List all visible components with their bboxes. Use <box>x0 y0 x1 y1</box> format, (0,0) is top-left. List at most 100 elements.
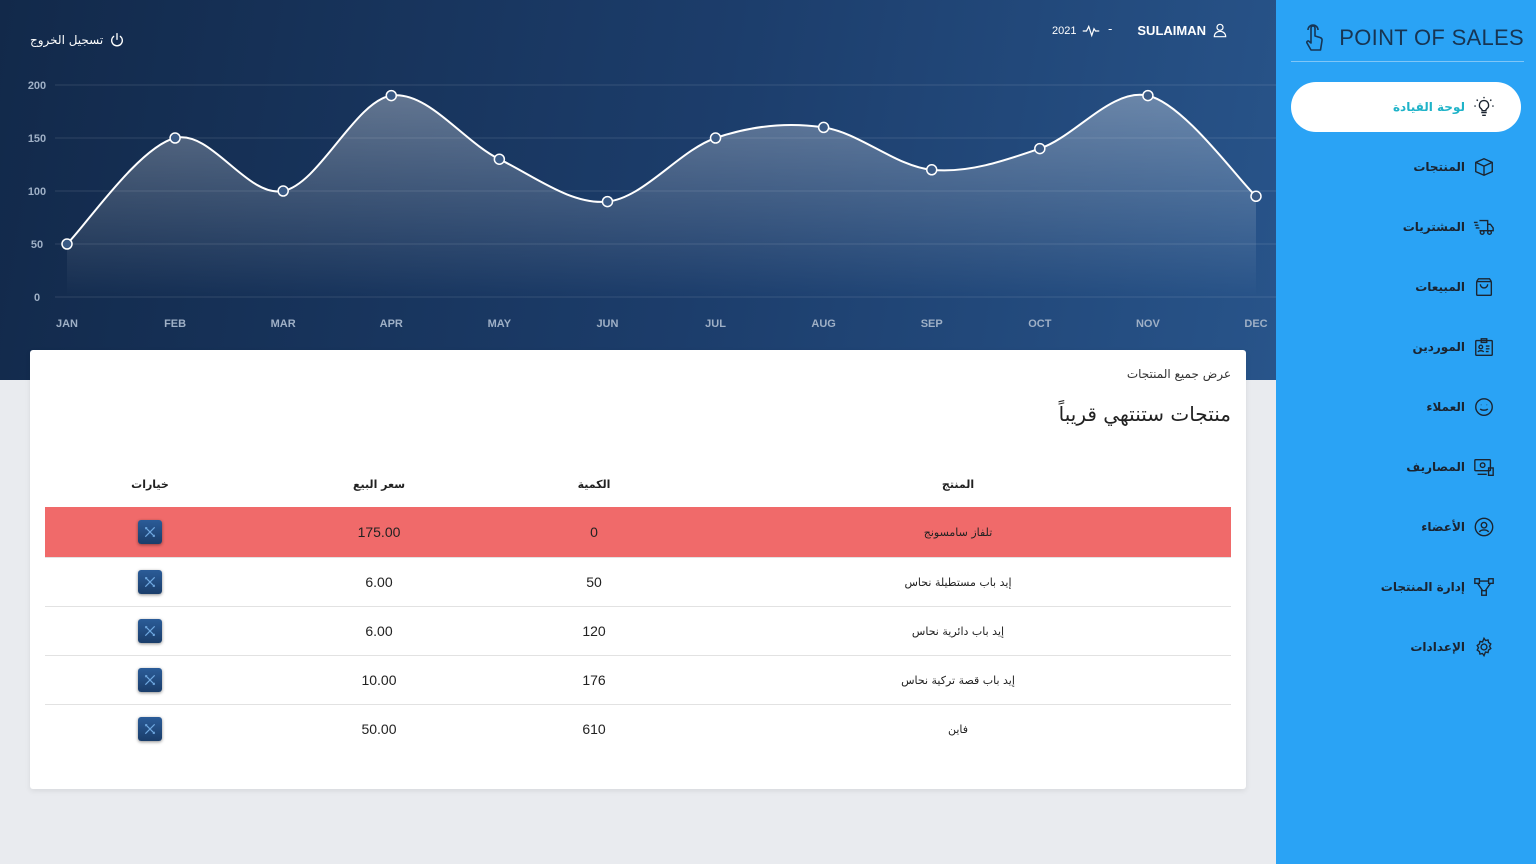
sidebar-item-products[interactable]: المنتجات <box>1291 142 1521 192</box>
sidebar-item-suppliers[interactable]: الموردين <box>1291 322 1521 372</box>
column-product: المنتج <box>941 478 975 491</box>
sidebar-item-dashboard[interactable]: لوحة القيادة <box>1291 82 1521 132</box>
sidebar-item-label: المصاريف <box>1406 460 1465 474</box>
sidebar-item-product-management[interactable]: إدارة المنتجات <box>1291 562 1521 612</box>
cell-product: تلفاز سامسونج <box>923 525 993 539</box>
x-tick-label: MAR <box>271 318 296 330</box>
sidebar-menu: لوحة القيادة المنتجات المشتريات المبيعات <box>1291 82 1521 682</box>
options-button[interactable] <box>138 619 162 643</box>
table-row: تلفاز سامسونج 0 175.00 <box>45 507 1231 557</box>
power-icon <box>111 33 124 47</box>
x-tick-label: JUN <box>596 318 618 330</box>
year-selector[interactable]: 2021 <box>1052 24 1100 38</box>
x-tick-label: JAN <box>56 318 78 330</box>
options-button[interactable] <box>138 668 162 692</box>
table-header: المنتج الكمية سعر البيع خيارات <box>45 470 1231 507</box>
sidebar-item-label: العملاء <box>1426 400 1465 414</box>
cell-price: 6.00 <box>365 623 393 639</box>
cell-product: إيد باب دائرية نحاس <box>911 624 1005 638</box>
sidebar-item-label: لوحة القيادة <box>1392 100 1465 114</box>
logout-button[interactable]: تسجيل الخروج <box>30 32 125 48</box>
cell-product: إيد باب مستطيلة نحاس <box>904 575 1012 589</box>
cell-product: إيد باب قصة تركية نحاس <box>901 673 1015 687</box>
cell-product: فاين <box>947 722 969 736</box>
tools-icon <box>144 576 156 588</box>
tools-icon <box>144 625 156 637</box>
data-point <box>493 153 506 165</box>
year-value: 2021 <box>1052 25 1077 37</box>
cell-price: 10.00 <box>361 672 397 688</box>
user-circle-icon <box>1474 517 1494 537</box>
x-tick-label: APR <box>380 318 403 330</box>
sidebar-item-expenses[interactable]: المصاريف <box>1291 442 1521 492</box>
table-row: إيد باب مستطيلة نحاس 50 6.00 <box>45 557 1231 606</box>
tools-icon <box>144 674 156 686</box>
x-tick-label: SEP <box>921 318 943 330</box>
top-bar: تسجيل الخروج 2021 - SULAIMAN <box>0 0 1276 70</box>
low-stock-table: المنتج الكمية سعر البيع خيارات تلفاز سام… <box>45 470 1231 753</box>
data-point <box>925 164 938 176</box>
tools-icon <box>144 526 156 538</box>
y-tick-label: 0 <box>34 292 40 304</box>
data-point <box>1034 142 1046 155</box>
x-tick-label: DEC <box>1244 318 1267 330</box>
cell-quantity: 0 <box>590 524 598 540</box>
y-tick-label: 150 <box>28 133 46 145</box>
sidebar-item-customers[interactable]: العملاء <box>1291 382 1521 432</box>
data-point <box>601 195 614 208</box>
data-point <box>817 121 830 134</box>
options-button[interactable] <box>138 717 162 741</box>
sidebar-item-label: الإعدادات <box>1410 640 1465 654</box>
data-point <box>1250 190 1262 203</box>
sidebar-item-label: المبيعات <box>1415 280 1465 294</box>
sidebar: POINT OF SALES لوحة القيادة المنتجات الم… <box>1276 0 1536 864</box>
cell-quantity: 610 <box>582 721 606 737</box>
x-tick-label: OCT <box>1028 318 1052 330</box>
sidebar-item-members[interactable]: الأعضاء <box>1291 502 1521 552</box>
sidebar-item-label: المشتريات <box>1402 220 1465 234</box>
x-tick-label: FEB <box>164 318 186 330</box>
x-tick-label: MAY <box>488 318 512 330</box>
sidebar-item-label: إدارة المنتجات <box>1380 580 1465 594</box>
sales-chart: 0 50 100 150 200 JAN FEB MAR APR MAY JUN JUL AUG SEP O… <box>28 80 1276 330</box>
dashboard-hero: تسجيل الخروج 2021 - SULAIMAN 0 50 100 150 20… <box>0 0 1276 380</box>
cell-quantity: 120 <box>582 623 606 639</box>
tools-icon <box>144 723 156 735</box>
id-card-icon <box>1475 338 1493 356</box>
sidebar-item-settings[interactable]: الإعدادات <box>1291 622 1521 672</box>
x-tick-label: JUL <box>705 318 726 330</box>
data-point <box>709 132 722 144</box>
sidebar-item-label: المنتجات <box>1413 160 1465 174</box>
cell-quantity: 50 <box>586 574 602 590</box>
x-tick-label: AUG <box>811 318 835 330</box>
gear-icon <box>1476 636 1492 658</box>
view-all-products-link[interactable]: عرض جميع المنتجات <box>1127 367 1231 381</box>
options-button[interactable] <box>138 570 162 594</box>
options-button[interactable] <box>138 520 162 544</box>
cell-price: 6.00 <box>365 574 393 590</box>
user-icon <box>1213 23 1227 38</box>
touch-pointer-icon <box>1306 23 1323 51</box>
table-row: فاين 610 50.00 <box>45 704 1231 753</box>
user-menu[interactable]: SULAIMAN <box>1137 22 1228 38</box>
sidebar-item-sales[interactable]: المبيعات <box>1291 262 1521 312</box>
cell-quantity: 176 <box>582 672 606 688</box>
column-price: سعر البيع <box>352 478 406 491</box>
username: SULAIMAN <box>1137 22 1206 38</box>
sidebar-item-label: الموردين <box>1412 340 1465 354</box>
brand-title: POINT OF SALES <box>1339 24 1524 50</box>
header-separator: - <box>1108 22 1113 36</box>
y-tick-label: 200 <box>28 80 46 92</box>
delivery-truck-icon <box>1473 219 1494 236</box>
table-row: إيد باب دائرية نحاس 120 6.00 <box>45 606 1231 655</box>
data-point <box>61 238 73 250</box>
cell-price: 175.00 <box>357 524 401 540</box>
x-tick-label: NOV <box>1136 318 1161 330</box>
data-point <box>169 132 181 144</box>
sidebar-item-purchases[interactable]: المشتريات <box>1291 202 1521 252</box>
data-point <box>1142 89 1154 102</box>
column-options: خيارات <box>131 478 169 491</box>
card-title: منتجات ستنتهي قريباً <box>1058 402 1231 426</box>
brand: POINT OF SALES <box>1291 14 1524 62</box>
sidebar-item-label: الأعضاء <box>1421 520 1465 534</box>
